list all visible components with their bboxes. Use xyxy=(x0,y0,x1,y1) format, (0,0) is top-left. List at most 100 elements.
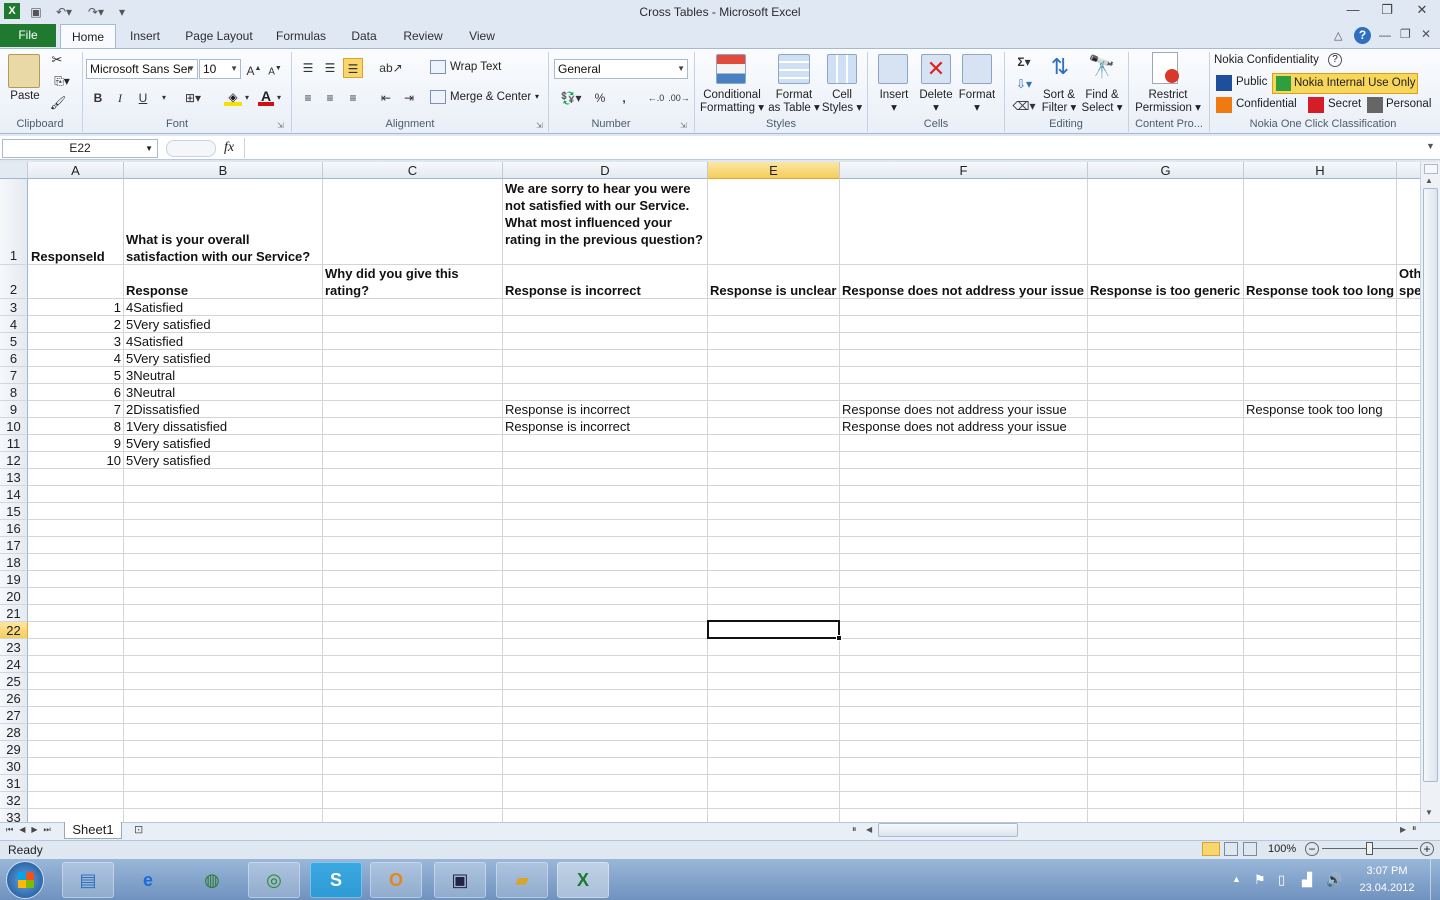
cell-b3[interactable]: 4Satisfied xyxy=(126,299,183,316)
row-header-26[interactable]: 26 xyxy=(0,690,28,707)
close-button[interactable]: ✕ xyxy=(1407,2,1437,20)
taskbar-explorer-icon[interactable]: ▤ xyxy=(62,862,114,898)
tab-file[interactable]: File xyxy=(0,24,56,47)
row-header-27[interactable]: 27 xyxy=(0,707,28,724)
tab-home[interactable]: Home xyxy=(60,24,116,49)
row-header-29[interactable]: 29 xyxy=(0,741,28,758)
delete-cells-button[interactable]: Delete ▾ xyxy=(914,89,958,115)
cell-a5[interactable]: 3 xyxy=(28,333,121,350)
cell-d2[interactable]: Response is incorrect xyxy=(505,282,641,299)
align-center-icon[interactable]: ≡ xyxy=(320,88,340,108)
scroll-right-icon[interactable]: ▶ xyxy=(1400,825,1406,834)
underline-button[interactable]: U xyxy=(133,88,153,108)
row-header-4[interactable]: 4 xyxy=(0,316,28,333)
taskbar-ie-icon[interactable]: e xyxy=(122,862,174,898)
show-desktop-button[interactable] xyxy=(1430,859,1440,900)
fill-color-dropdown-icon[interactable]: ▾ xyxy=(242,88,252,108)
align-bottom-icon[interactable]: ☰ xyxy=(343,58,363,78)
cell-a11[interactable]: 9 xyxy=(28,435,121,452)
row-header-5[interactable]: 5 xyxy=(0,333,28,350)
paste-icon[interactable] xyxy=(8,54,40,88)
format-painter-icon[interactable]: 🖌 xyxy=(48,96,68,109)
align-right-icon[interactable]: ≡ xyxy=(343,88,363,108)
scroll-down-icon[interactable]: ▼ xyxy=(1425,808,1433,817)
cell-b4[interactable]: 5Very satisfied xyxy=(126,316,211,333)
borders-icon[interactable]: ⊞▾ xyxy=(178,88,208,108)
font-size-combo[interactable]: 10 ▼ xyxy=(199,59,241,79)
find-select-button[interactable]: Find & Select ▾ xyxy=(1080,89,1124,115)
row-header-6[interactable]: 6 xyxy=(0,350,28,367)
percent-style-button[interactable]: % xyxy=(590,88,610,108)
page-layout-view-icon[interactable] xyxy=(1224,842,1238,856)
column-header-g[interactable]: G xyxy=(1088,162,1244,179)
sheet-nav-icons[interactable]: ⏮◀▶⏭ xyxy=(6,825,57,835)
zoom-level[interactable]: 100% xyxy=(1268,843,1296,855)
volume-icon[interactable]: 🔊 xyxy=(1326,872,1342,888)
collapse-ribbon-icon[interactable]: △ xyxy=(1334,29,1342,42)
cell-a4[interactable]: 2 xyxy=(28,316,121,333)
cell-b5[interactable]: 4Satisfied xyxy=(126,333,183,350)
help-icon[interactable]: ? xyxy=(1354,27,1371,44)
row-header-31[interactable]: 31 xyxy=(0,775,28,792)
name-box[interactable]: E22 ▼ xyxy=(2,139,158,158)
zoom-out-icon[interactable]: − xyxy=(1305,842,1319,856)
bold-button[interactable]: B xyxy=(88,88,108,108)
row-header-19[interactable]: 19 xyxy=(0,571,28,588)
fill-color-icon[interactable]: ◈ xyxy=(224,90,242,106)
scroll-up-icon[interactable]: ▲ xyxy=(1425,176,1433,185)
row-header-2[interactable]: 2 xyxy=(0,265,28,299)
select-all-corner[interactable] xyxy=(0,162,28,179)
cell-styles-button[interactable]: Cell Styles ▾ xyxy=(820,89,864,115)
row-header-1[interactable]: 1 xyxy=(0,179,28,265)
power-icon[interactable]: ▯ xyxy=(1278,872,1285,888)
cell-d9[interactable]: Response is incorrect xyxy=(505,401,630,418)
taskbar-outlook-icon[interactable]: O xyxy=(370,862,422,898)
wrap-text-button[interactable]: Wrap Text xyxy=(450,61,501,74)
cell-b12[interactable]: 5Very satisfied xyxy=(126,452,211,469)
classification-personal-button[interactable]: Personal xyxy=(1386,98,1431,110)
scroll-left-icon[interactable]: ◀ xyxy=(866,825,872,834)
horizontal-scroll-thumb[interactable] xyxy=(878,823,1018,837)
formula-bar-expander[interactable] xyxy=(166,140,216,157)
cell-f9[interactable]: Response does not address your issue xyxy=(842,401,1067,418)
classification-confidential-button[interactable]: Confidential xyxy=(1236,98,1297,110)
action-center-icon[interactable]: ⚑ xyxy=(1254,872,1266,888)
clock-time[interactable]: 3:07 PM xyxy=(1352,865,1422,877)
grow-font-icon[interactable]: A▲ xyxy=(244,59,264,79)
taskbar-remote-icon[interactable]: ▣ xyxy=(434,862,486,898)
row-header-9[interactable]: 9 xyxy=(0,401,28,418)
start-button[interactable] xyxy=(6,861,44,899)
row-header-23[interactable]: 23 xyxy=(0,639,28,656)
column-header-i[interactable] xyxy=(1397,162,1420,179)
row-header-12[interactable]: 12 xyxy=(0,452,28,469)
align-left-icon[interactable]: ≡ xyxy=(298,88,318,108)
copy-icon[interactable]: ⎘▾ xyxy=(48,75,76,88)
cut-icon[interactable]: ✂ xyxy=(48,53,66,66)
split-box[interactable] xyxy=(1424,164,1438,174)
number-format-combo[interactable]: General ▼ xyxy=(554,59,688,79)
cell-e2[interactable]: Response is unclear xyxy=(710,282,836,299)
font-color-dropdown-icon[interactable]: ▾ xyxy=(274,88,284,108)
restrict-permission-button[interactable]: Restrict Permission ▾ xyxy=(1132,89,1204,115)
zoom-slider-thumb[interactable] xyxy=(1366,842,1373,855)
insert-sheet-icon[interactable]: ⊡ xyxy=(134,823,150,837)
network-icon[interactable]: ▟ xyxy=(1302,872,1312,888)
formula-input[interactable] xyxy=(244,138,1424,158)
row-header-8[interactable]: 8 xyxy=(0,384,28,401)
vertical-scroll-thumb[interactable] xyxy=(1423,188,1438,782)
workbook-restore-button[interactable]: ❐ xyxy=(1400,27,1411,41)
cell-h2[interactable]: Response took too long xyxy=(1246,282,1394,299)
sheet-tab-sheet1[interactable]: Sheet1 xyxy=(64,822,122,839)
paste-button[interactable]: Paste xyxy=(4,90,46,103)
cell-a1[interactable]: ResponseId xyxy=(31,248,105,265)
column-header-a[interactable]: A xyxy=(28,162,124,179)
cell-i2-top[interactable]: Oth xyxy=(1399,265,1420,282)
cell-a6[interactable]: 4 xyxy=(28,350,121,367)
font-color-icon[interactable]: A xyxy=(258,88,274,106)
cell-i2-bottom[interactable]: spe xyxy=(1399,282,1420,299)
fill-handle[interactable] xyxy=(836,635,842,641)
format-as-table-button[interactable]: Format as Table ▾ xyxy=(768,89,820,115)
autosum-icon[interactable]: Σ▾ xyxy=(1010,52,1038,72)
comma-style-button[interactable]: , xyxy=(614,88,634,108)
taskbar-excel-icon[interactable]: X xyxy=(557,862,609,898)
